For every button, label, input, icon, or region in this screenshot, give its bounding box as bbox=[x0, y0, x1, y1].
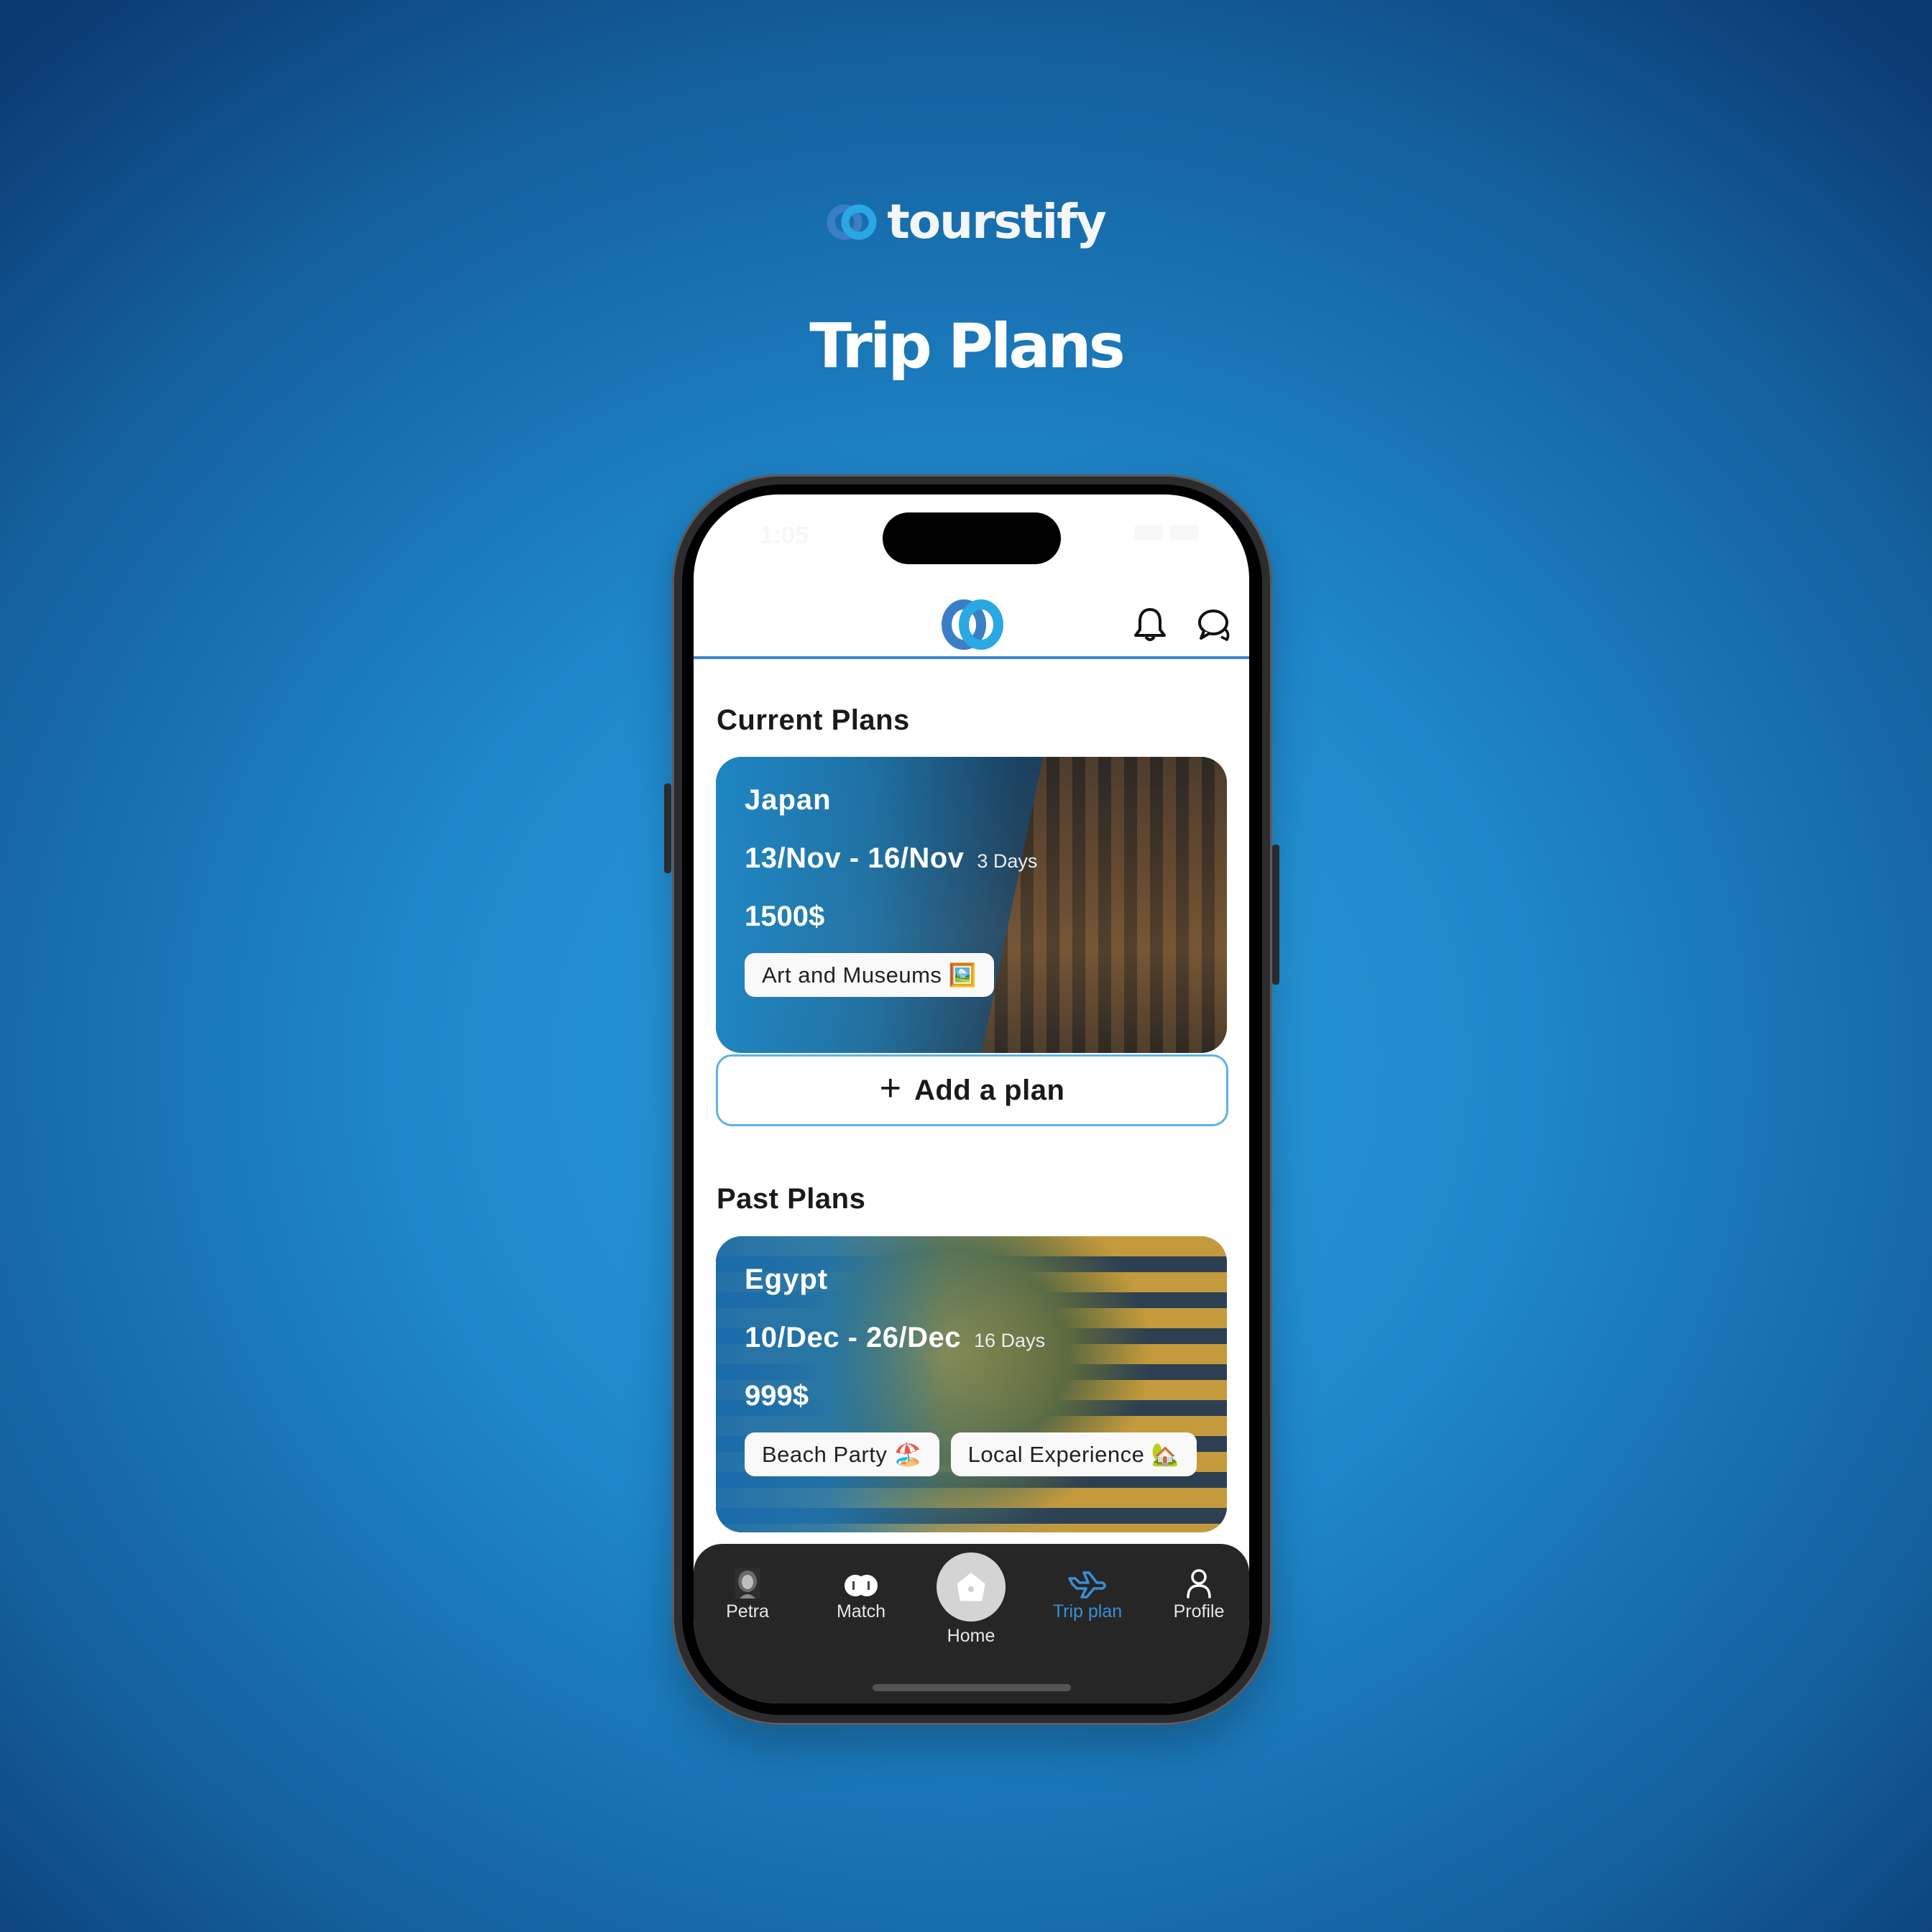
status-indicators bbox=[1134, 525, 1199, 540]
plan-tag: Art and Museums 🖼️ bbox=[745, 953, 994, 997]
plan-tag: Beach Party 🏖️ bbox=[745, 1432, 939, 1476]
petra-avatar-icon bbox=[701, 1565, 794, 1598]
nav-item-trip-plan[interactable]: Trip plan bbox=[1041, 1565, 1134, 1622]
plan-dates: 10/Dec - 26/Dec bbox=[745, 1322, 962, 1353]
tourstify-logo-icon bbox=[827, 202, 877, 242]
past-plans-title: Past Plans bbox=[717, 1183, 866, 1215]
nav-label: Trip plan bbox=[1052, 1601, 1123, 1622]
current-plans-title: Current Plans bbox=[717, 704, 910, 736]
plan-duration: 3 Days bbox=[977, 850, 1038, 872]
plan-price: 1500$ bbox=[745, 901, 825, 932]
home-icon bbox=[957, 1573, 985, 1601]
add-plan-label: Add a plan bbox=[914, 1074, 1065, 1106]
plan-destination: Japan bbox=[745, 784, 832, 816]
plan-duration: 16 Days bbox=[974, 1330, 1046, 1351]
power-button bbox=[1272, 845, 1279, 985]
plan-destination: Egypt bbox=[745, 1264, 829, 1295]
home-indicator[interactable] bbox=[873, 1684, 1071, 1691]
nav-label: Profile bbox=[1173, 1601, 1225, 1622]
bell-icon[interactable] bbox=[1132, 607, 1168, 644]
dynamic-island bbox=[883, 512, 1061, 564]
plan-card-japan[interactable]: Japan 13/Nov - 16/Nov 3 Days 1500$ Art a… bbox=[716, 757, 1227, 1053]
nav-label-home[interactable]: Home bbox=[924, 1626, 1018, 1647]
bottom-nav: Petra Match Home Trip plan Profile bbox=[694, 1544, 1249, 1703]
app-header bbox=[694, 581, 1249, 659]
airplane-icon bbox=[1041, 1565, 1134, 1598]
page-heading: Trip Plans bbox=[809, 310, 1126, 382]
nav-item-home[interactable] bbox=[937, 1552, 1006, 1622]
nav-label: Petra bbox=[726, 1601, 769, 1622]
nav-item-match[interactable]: Match bbox=[814, 1565, 908, 1622]
nav-item-petra[interactable]: Petra bbox=[701, 1565, 794, 1622]
plan-card-egypt[interactable]: Egypt 10/Dec - 26/Dec 16 Days 999$ Beach… bbox=[716, 1236, 1227, 1532]
person-icon bbox=[1152, 1565, 1246, 1598]
brand-name: tourstify bbox=[887, 194, 1107, 249]
nav-label: Match bbox=[836, 1601, 886, 1622]
plus-icon: + bbox=[879, 1067, 901, 1109]
brand-header: tourstify bbox=[0, 194, 1932, 249]
action-button bbox=[664, 783, 671, 873]
plan-dates: 13/Nov - 16/Nov bbox=[745, 842, 965, 874]
interlocked-rings-logo-icon[interactable] bbox=[937, 598, 1008, 651]
plan-price: 999$ bbox=[745, 1380, 809, 1412]
add-plan-button[interactable]: + Add a plan bbox=[716, 1054, 1228, 1126]
match-rings-icon bbox=[814, 1565, 908, 1598]
nav-item-profile[interactable]: Profile bbox=[1152, 1565, 1246, 1622]
plan-tag: Local Experience 🏡 bbox=[950, 1432, 1197, 1476]
phone-screen: 1:05 Current Plans Japan 13/Nov - 16/Nov… bbox=[694, 494, 1249, 1703]
status-time: 1:05 bbox=[760, 522, 809, 549]
chat-bubbles-icon[interactable] bbox=[1197, 607, 1233, 644]
